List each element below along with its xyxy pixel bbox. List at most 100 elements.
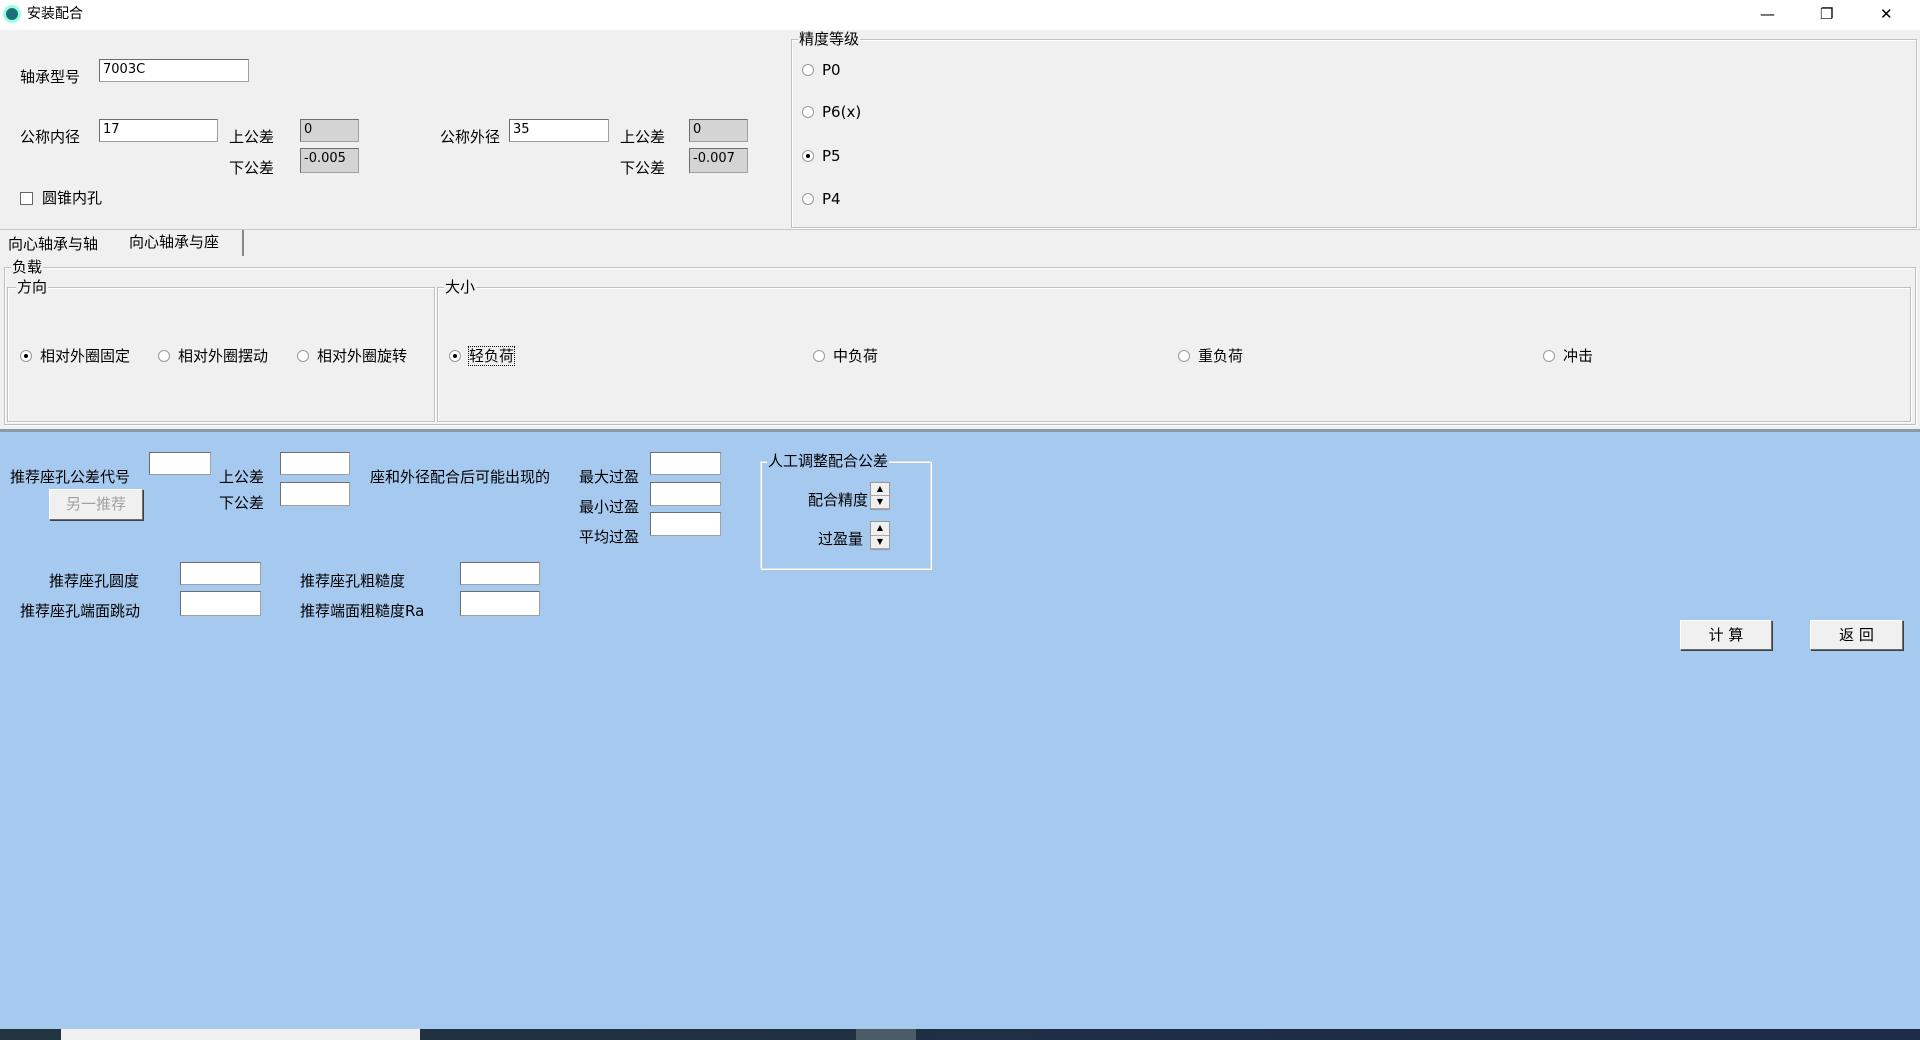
roughness-field[interactable] [460, 562, 540, 585]
size-group: 大小 轻负荷 中负荷 重负荷 冲击 [437, 278, 1911, 422]
manual-adjust-legend: 人工调整配合公差 [767, 452, 890, 470]
radio-p6x[interactable]: P6(x) [802, 103, 861, 121]
minimize-button[interactable]: — [1760, 5, 1775, 23]
housing-code-field[interactable] [149, 452, 211, 475]
radio-p4[interactable]: P4 [802, 190, 841, 208]
runout-label: 推荐座孔端面跳动 [20, 602, 141, 620]
back-button[interactable]: 返 回 [1810, 620, 1903, 650]
spin-up-icon[interactable]: ▲ [871, 483, 889, 496]
spin-up-icon[interactable]: ▲ [871, 522, 889, 536]
radio-label: 中负荷 [833, 347, 879, 365]
radio-label: P4 [822, 190, 841, 208]
avg-interference-label: 平均过盈 [579, 528, 640, 546]
radio-p0[interactable]: P0 [802, 61, 841, 79]
inner-diameter-input[interactable]: 17 [99, 119, 218, 142]
radio-outer-fixed[interactable]: 相对外圈固定 [20, 347, 130, 365]
outer-diameter-label: 公称外径 [440, 128, 501, 146]
tab-bar [0, 229, 1920, 230]
lower-dev-field[interactable] [280, 482, 350, 506]
radio-circle [449, 350, 461, 362]
taskbar [0, 1029, 1920, 1040]
outer-diameter-input[interactable]: 35 [509, 119, 609, 142]
avg-interference-field[interactable] [650, 512, 721, 536]
min-interference-field[interactable] [650, 482, 721, 506]
radio-label: 相对外圈旋转 [317, 347, 408, 365]
radio-p5[interactable]: P5 [802, 147, 841, 165]
window-title: 安装配合 [27, 6, 83, 22]
radio-circle [813, 350, 825, 362]
roughness-label: 推荐座孔粗糙度 [300, 572, 406, 590]
manual-adjust-group: 人工调整配合公差 配合精度 ▲ ▼ 过盈量 ▲ ▼ [760, 452, 931, 569]
radio-light-load[interactable]: 轻负荷 [449, 346, 516, 366]
housing-code-label: 推荐座孔公差代号 [10, 468, 131, 486]
interference-label: 过盈量 [818, 530, 864, 548]
end-roughness-field[interactable] [460, 591, 540, 616]
bearing-model-label: 轴承型号 [20, 68, 81, 86]
radio-label: P6(x) [822, 103, 862, 121]
outer-upper-field: 0 [689, 119, 748, 142]
spin-down-icon[interactable]: ▼ [871, 536, 889, 549]
taper-bore-label: 圆锥内孔 [42, 189, 103, 207]
tab-bearing-shaft[interactable]: 向心轴承与轴 [8, 235, 98, 253]
radio-circle [297, 350, 309, 362]
bearing-model-input[interactable]: 7003C [99, 59, 249, 82]
spin-down-icon[interactable]: ▼ [871, 496, 889, 509]
radio-label: 相对外圈摆动 [178, 347, 269, 365]
radio-label: 相对外圈固定 [40, 347, 131, 365]
radio-circle [802, 106, 814, 118]
taskbar-search[interactable] [61, 1029, 420, 1040]
taper-bore-checkbox[interactable] [20, 192, 33, 205]
radio-outer-swing[interactable]: 相对外圈摆动 [158, 347, 268, 365]
radio-circle [802, 193, 814, 205]
roundness-field[interactable] [180, 562, 261, 585]
inner-upper-label: 上公差 [229, 128, 275, 146]
another-recommend-button[interactable]: 另一推荐 [49, 489, 143, 520]
radio-impact-load[interactable]: 冲击 [1543, 347, 1593, 365]
radio-label: 冲击 [1563, 347, 1594, 365]
radio-heavy-load[interactable]: 重负荷 [1178, 347, 1243, 365]
close-button[interactable]: ✕ [1880, 5, 1893, 23]
radio-circle [802, 150, 814, 162]
precision-group: 精度等级 P0 P6(x) P5 P4 [791, 30, 1917, 228]
radio-circle [1543, 350, 1555, 362]
radio-label: P0 [822, 61, 841, 79]
taskbar-app[interactable] [856, 1029, 916, 1040]
max-interference-field[interactable] [650, 452, 721, 475]
tab-bearing-housing[interactable]: 向心轴承与座 [119, 230, 244, 256]
max-interference-label: 最大过盈 [579, 468, 640, 486]
interference-spinner[interactable]: ▲ ▼ [870, 521, 890, 550]
lower-dev-label: 下公差 [219, 494, 265, 512]
load-legend: 负载 [11, 258, 44, 276]
radio-circle [20, 350, 32, 362]
end-roughness-label: 推荐端面粗糙度Ra [300, 602, 425, 620]
inner-diameter-label: 公称内径 [20, 128, 81, 146]
inner-lower-label: 下公差 [229, 159, 275, 177]
radio-medium-load[interactable]: 中负荷 [813, 347, 878, 365]
size-legend: 大小 [444, 278, 477, 296]
radio-circle [1178, 350, 1190, 362]
upper-dev-field[interactable] [280, 452, 350, 475]
calculate-button[interactable]: 计 算 [1680, 620, 1772, 650]
radio-label: P5 [822, 147, 841, 165]
radio-label: 重负荷 [1198, 347, 1244, 365]
radio-circle [158, 350, 170, 362]
radio-outer-rotate[interactable]: 相对外圈旋转 [297, 347, 407, 365]
radio-label: 轻负荷 [467, 346, 516, 366]
result-panel: 推荐座孔公差代号 上公差 下公差 另一推荐 座和外径配合后可能出现的 最大过盈 … [0, 429, 1920, 1029]
precision-legend: 精度等级 [798, 30, 861, 48]
outer-upper-label: 上公差 [620, 128, 666, 146]
tab-label: 向心轴承与座 [129, 233, 220, 251]
direction-legend: 方向 [16, 278, 49, 296]
outer-lower-field: -0.007 [689, 148, 748, 173]
title-bar: 安装配合 — ❐ ✕ [0, 0, 1920, 30]
roundness-label: 推荐座孔圆度 [49, 572, 140, 590]
restore-button[interactable]: ❐ [1820, 5, 1833, 23]
runout-field[interactable] [180, 591, 261, 616]
outer-lower-label: 下公差 [620, 159, 666, 177]
fit-precision-label: 配合精度 [808, 491, 869, 509]
app-icon [3, 5, 21, 23]
radio-circle [802, 64, 814, 76]
fit-description: 座和外径配合后可能出现的 [370, 468, 551, 486]
fit-precision-spinner[interactable]: ▲ ▼ [870, 482, 890, 510]
inner-lower-field: -0.005 [300, 148, 359, 173]
